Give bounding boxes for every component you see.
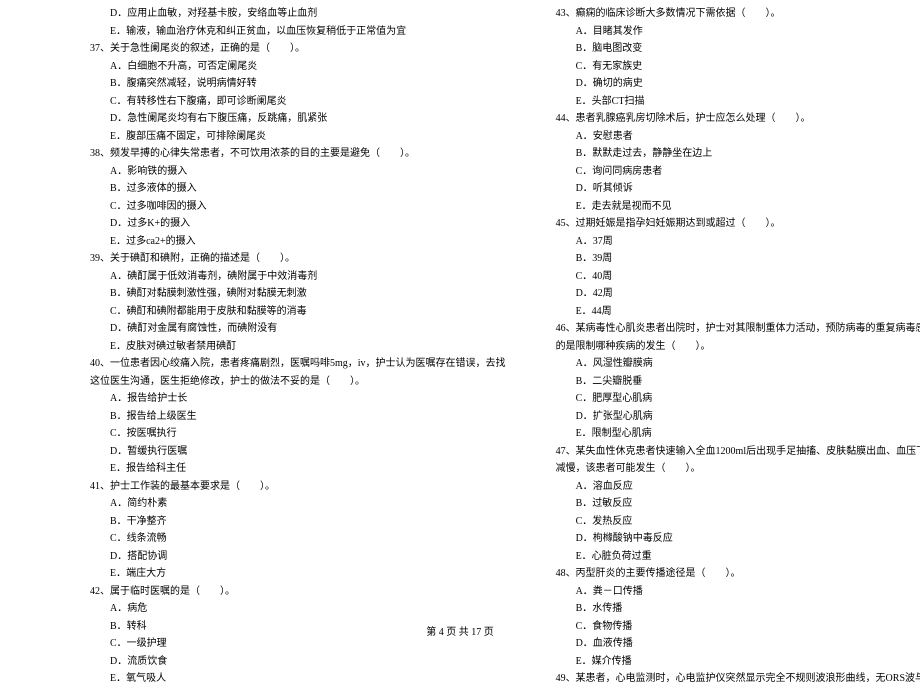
left-line: C．过多咖啡因的摄入 <box>90 198 506 216</box>
right-line: D．扩张型心肌病 <box>556 408 920 426</box>
left-line: B．过多液体的摄入 <box>90 180 506 198</box>
right-line: 45、过期妊娠是指孕妇妊娠期达到或超过（ ）。 <box>556 215 920 233</box>
left-line: B．碘酊对黏膜刺激性强，碘附对黏膜无刺激 <box>90 285 506 303</box>
left-line: D．搭配协调 <box>90 548 506 566</box>
left-line: A．影响铁的摄入 <box>90 163 506 181</box>
right-line: E．媒介传播 <box>556 653 920 671</box>
right-line: A．风湿性瓣膜病 <box>556 355 920 373</box>
right-line: 49、某患者，心电监测时，心电监护仪突然显示完全不规则波浪形曲线，无ORS波与T… <box>556 670 920 688</box>
left-line: E．皮肤对碘过敏者禁用碘酊 <box>90 338 506 356</box>
right-line: A．安慰患者 <box>556 128 920 146</box>
right-line: C．40周 <box>556 268 920 286</box>
right-line: C．发热反应 <box>556 513 920 531</box>
right-line: E．限制型心肌病 <box>556 425 920 443</box>
right-line: E．走去就是视而不见 <box>556 198 920 216</box>
right-line: B．脑电图改变 <box>556 40 920 58</box>
right-line: E．44周 <box>556 303 920 321</box>
left-line: 37、关于急性阑尾炎的叙述，正确的是（ ）。 <box>90 40 506 58</box>
page-container: D．应用止血敏，对羟基卡胺，安络血等止血剂E．输液，输血治疗休克和纠正贫血，以血… <box>0 0 920 610</box>
right-line: 的是限制哪种疾病的发生（ ）。 <box>556 338 920 356</box>
right-line: A．37周 <box>556 233 920 251</box>
right-line: E．心脏负荷过重 <box>556 548 920 566</box>
right-column: 43、癫痫的临床诊断大多数情况下需依据（ ）。A．目睹其发作B．脑电图改变C．有… <box>521 5 920 605</box>
left-line: A．病危 <box>90 600 506 618</box>
left-line: C．有转移性右下腹痛，即可诊断阑尾炎 <box>90 93 506 111</box>
left-line: D．流质饮食 <box>90 653 506 671</box>
left-line: 这位医生沟通，医生拒绝修改，护士的做法不妥的是（ ）。 <box>90 373 506 391</box>
right-line: D．听其倾诉 <box>556 180 920 198</box>
right-line: B．二尖瓣脱垂 <box>556 373 920 391</box>
left-line: 42、属于临时医嘱的是（ ）。 <box>90 583 506 601</box>
left-line: D．应用止血敏，对羟基卡胺，安络血等止血剂 <box>90 5 506 23</box>
left-line: A．碘酊属于低效消毒剂，碘附属于中效消毒剂 <box>90 268 506 286</box>
left-line: E．过多ca2+的摄入 <box>90 233 506 251</box>
right-line: C．有无家族史 <box>556 58 920 76</box>
left-line: A．简约朴素 <box>90 495 506 513</box>
page-footer: 第 4 页 共 17 页 <box>0 623 920 638</box>
left-line: C．按医嘱执行 <box>90 425 506 443</box>
left-column: D．应用止血敏，对羟基卡胺，安络血等止血剂E．输液，输血治疗休克和纠正贫血，以血… <box>0 5 521 605</box>
right-line: E．头部CT扫描 <box>556 93 920 111</box>
left-line: D．碘酊对金属有腐蚀性，而碘附没有 <box>90 320 506 338</box>
right-line: 47、某失血性休克患者快速输入全血1200ml后出现手足抽搐、皮肤黏膜出血、血压… <box>556 443 920 461</box>
right-line: C．询问同病房患者 <box>556 163 920 181</box>
right-line: 44、患者乳腺癌乳房切除术后，护士应怎么处理（ ）。 <box>556 110 920 128</box>
left-line: A．白细胞不升高，可否定阑尾炎 <box>90 58 506 76</box>
left-line: 39、关于碘酊和碘附，正确的描述是（ ）。 <box>90 250 506 268</box>
left-line: E．输液，输血治疗休克和纠正贫血，以血压恢复稍低于正常值为宜 <box>90 23 506 41</box>
right-line: D．枸橼酸钠中毒反应 <box>556 530 920 548</box>
right-line: A．目睹其发作 <box>556 23 920 41</box>
right-line: B．水传播 <box>556 600 920 618</box>
left-line: 38、频发早搏的心律失常患者，不可饮用浓茶的目的主要是避免（ ）。 <box>90 145 506 163</box>
right-line: D．42周 <box>556 285 920 303</box>
right-line: 48、丙型肝炎的主要传播途径是（ ）。 <box>556 565 920 583</box>
left-line: B．干净整齐 <box>90 513 506 531</box>
right-line: B．默默走过去，静静坐在边上 <box>556 145 920 163</box>
left-line: E．氧气吸人 <box>90 670 506 688</box>
right-line: B．39周 <box>556 250 920 268</box>
left-line: E．端庄大方 <box>90 565 506 583</box>
left-line: D．急性阑尾炎均有右下腹压痛，反跳痛，肌紧张 <box>90 110 506 128</box>
left-line: C．线条流畅 <box>90 530 506 548</box>
right-line: D．确切的病史 <box>556 75 920 93</box>
left-line: E．腹部压痛不固定，可排除阑尾炎 <box>90 128 506 146</box>
right-line: A．粪－口传播 <box>556 583 920 601</box>
left-line: B．腹痛突然减轻，说明病情好转 <box>90 75 506 93</box>
right-line: B．过敏反应 <box>556 495 920 513</box>
right-line: 减慢，该患者可能发生（ ）。 <box>556 460 920 478</box>
left-line: D．暂缓执行医嘱 <box>90 443 506 461</box>
left-line: 40、一位患者因心绞痛入院，患者疼痛剧烈，医嘱吗啡5mg，iv，护士认为医嘱存在… <box>90 355 506 373</box>
right-line: 46、某病毒性心肌炎患者出院时，护士对其限制重体力活动，预防病毒的重复病毒感染，… <box>556 320 920 338</box>
right-line: C．肥厚型心肌病 <box>556 390 920 408</box>
left-line: D．过多K+的摄入 <box>90 215 506 233</box>
left-line: A．报告给护士长 <box>90 390 506 408</box>
left-line: B．报告给上级医生 <box>90 408 506 426</box>
left-line: 41、护士工作装的最基本要求是（ ）。 <box>90 478 506 496</box>
right-line: 43、癫痫的临床诊断大多数情况下需依据（ ）。 <box>556 5 920 23</box>
left-line: C．碘酊和碘附都能用于皮肤和黏膜等的消毒 <box>90 303 506 321</box>
left-line: E．报告给科主任 <box>90 460 506 478</box>
right-line: A．溶血反应 <box>556 478 920 496</box>
